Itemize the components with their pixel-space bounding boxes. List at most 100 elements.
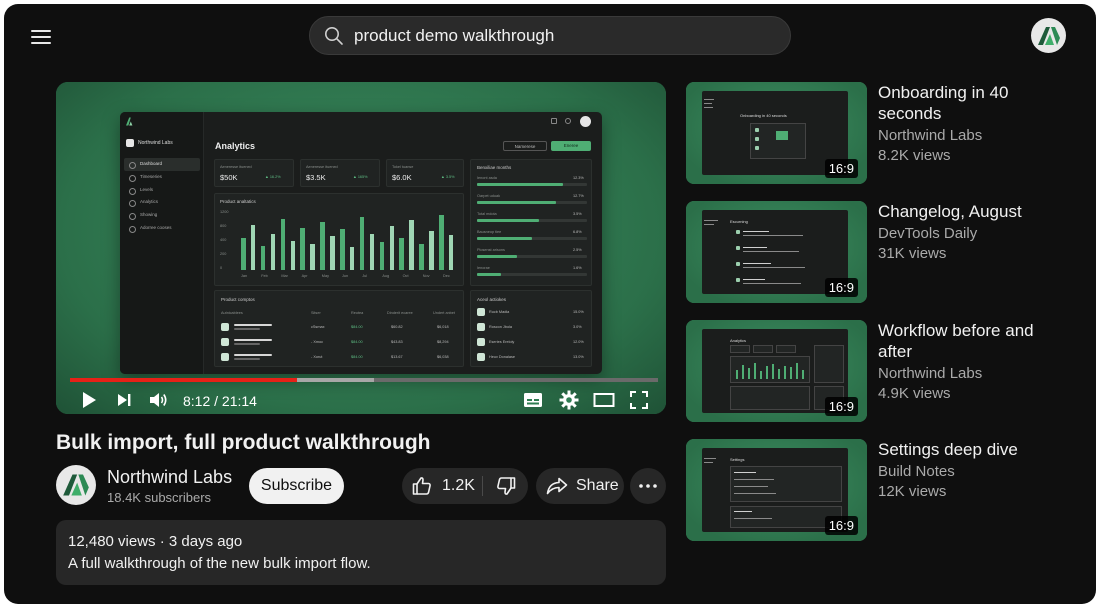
progress-bar[interactable]	[70, 378, 658, 382]
channel-avatar[interactable]	[56, 465, 96, 505]
chart-title: Product analtatics	[220, 199, 256, 204]
like-dislike-group: 1.2K	[402, 468, 528, 504]
chart-bar	[270, 234, 276, 270]
account-avatar[interactable]	[1031, 18, 1066, 53]
chart-month-label: Nov	[422, 274, 430, 278]
thumbnail-shape	[704, 99, 714, 101]
dashboard-nav-item: Levels	[124, 184, 200, 197]
dashboard-nav-item: Timeseries	[124, 171, 200, 184]
action-label: Eseries Ereloly	[489, 340, 515, 344]
more-actions-button[interactable]	[630, 468, 666, 504]
chart-bar	[369, 234, 375, 270]
thumbnail-shape	[743, 235, 803, 237]
thumbnail-shape	[704, 458, 716, 460]
action-value: 12.0%	[573, 340, 584, 344]
table-row-icon	[221, 323, 229, 331]
recommended-title: Settings deep dive	[878, 440, 1018, 459]
months-row-fill	[477, 273, 502, 276]
action-label: Heuv Donalase	[489, 355, 515, 359]
stat-label: Aeneresse ituened	[306, 165, 338, 169]
table-header: Sitser	[311, 311, 321, 315]
thumbnail-shape	[743, 247, 767, 249]
chart-bar	[300, 228, 305, 270]
theater-mode-button[interactable]	[590, 388, 618, 412]
northwind-logo-icon	[63, 474, 89, 496]
chart-month-label: Jul	[362, 274, 368, 278]
table-cell: $8,294	[437, 340, 449, 344]
recommended-video[interactable]: Onboarding in 40 seconds 16:9 Onboarding…	[686, 82, 1086, 184]
months-row-fill	[477, 219, 539, 222]
chart-bar	[290, 241, 295, 270]
actions-title: Aceol actiokes	[477, 297, 507, 302]
play-button[interactable]	[76, 388, 102, 412]
thumbnail-shape	[755, 146, 759, 150]
dislike-button[interactable]	[483, 468, 528, 504]
thumbnail-text: Settings	[730, 457, 745, 462]
thumbnail-shape	[734, 493, 776, 495]
share-button[interactable]: Share	[536, 468, 624, 504]
next-button[interactable]	[112, 388, 136, 412]
table-row-sub	[234, 328, 260, 330]
chart-bar	[340, 229, 345, 270]
like-button[interactable]: 1.2K	[402, 468, 482, 504]
chart-bar	[409, 220, 414, 270]
settings-button[interactable]	[556, 388, 582, 412]
thumbnail-bar	[772, 363, 774, 379]
search-bar[interactable]	[309, 16, 791, 55]
table-cell: $84.00	[351, 325, 363, 329]
months-row-value: 2.5%	[573, 248, 582, 252]
table-header: Undert anbet	[433, 311, 455, 315]
recommended-views: 4.9K views	[878, 385, 951, 402]
search-input[interactable]	[354, 25, 754, 46]
action-icon	[477, 338, 485, 346]
thumbnail-shape	[734, 479, 774, 481]
chart-bar	[330, 236, 335, 270]
thumbnail-bar	[766, 366, 768, 379]
recommended-views: 12K views	[878, 483, 947, 500]
chart-bar	[429, 230, 434, 270]
months-row-bar	[477, 273, 587, 276]
duration-badge: 16:9	[824, 397, 858, 416]
share-label: Share	[576, 477, 619, 494]
months-row-value: 1.6%	[573, 266, 582, 270]
months-row-label: Plosenst arisons	[477, 248, 505, 252]
thumbnail-shape	[736, 278, 740, 282]
chart-bar	[280, 218, 286, 270]
recommended-video[interactable]: Settings 16:9 Settings deep dive Build N…	[686, 439, 1086, 541]
more-horizontal-icon	[639, 484, 657, 488]
thumbnail-shape	[743, 251, 799, 253]
video-frame-dashboard: Northwind Labs Dashboard Timeseries Leve…	[120, 112, 602, 374]
table-row-name	[234, 324, 272, 326]
months-row-fill	[477, 183, 563, 186]
thumbnail-shape	[753, 345, 773, 353]
recommended-video[interactable]: Analytics 16:9 Workflow before and after…	[686, 320, 1086, 422]
video-thumbnail: Escurning 16:9	[686, 201, 867, 303]
thumbnail-bar	[784, 365, 786, 379]
volume-button[interactable]	[146, 388, 172, 412]
thumbnail-shape	[743, 263, 771, 265]
menu-icon[interactable]	[26, 26, 56, 52]
video-player[interactable]: Northwind Labs Dashboard Timeseries Leve…	[56, 82, 666, 414]
subscribe-button[interactable]: Subscribe	[249, 468, 344, 504]
table-cell: $43.83	[391, 340, 403, 344]
captions-button[interactable]	[520, 388, 546, 412]
chart-month-label: Jan	[241, 274, 248, 278]
table-row-icon	[221, 353, 229, 361]
thumbnail-shape	[734, 518, 772, 520]
channel-name[interactable]: Northwind Labs	[107, 467, 232, 488]
thumbs-down-icon	[496, 477, 515, 495]
duration-badge: 16:9	[824, 516, 858, 535]
action-icon	[477, 323, 485, 331]
table-cell: $6,018	[437, 325, 449, 329]
months-row-fill	[477, 201, 557, 204]
description-box[interactable]: 12,480 views · 3 days ago A full walkthr…	[56, 520, 666, 585]
product-table-card: Product comptos Autnicablees Sitser Reot…	[214, 290, 464, 367]
chart-y-tick: 800	[220, 224, 227, 228]
table-title: Product comptos	[221, 297, 255, 302]
thumbnail-shape	[755, 137, 759, 141]
fullscreen-button[interactable]	[626, 388, 652, 412]
chart-bar	[399, 238, 404, 270]
action-label: Rucb Madia	[489, 310, 510, 314]
thumbnail-bar	[754, 362, 756, 379]
recommended-video[interactable]: Escurning 16:9 Changelog, August DevTool…	[686, 201, 1086, 303]
